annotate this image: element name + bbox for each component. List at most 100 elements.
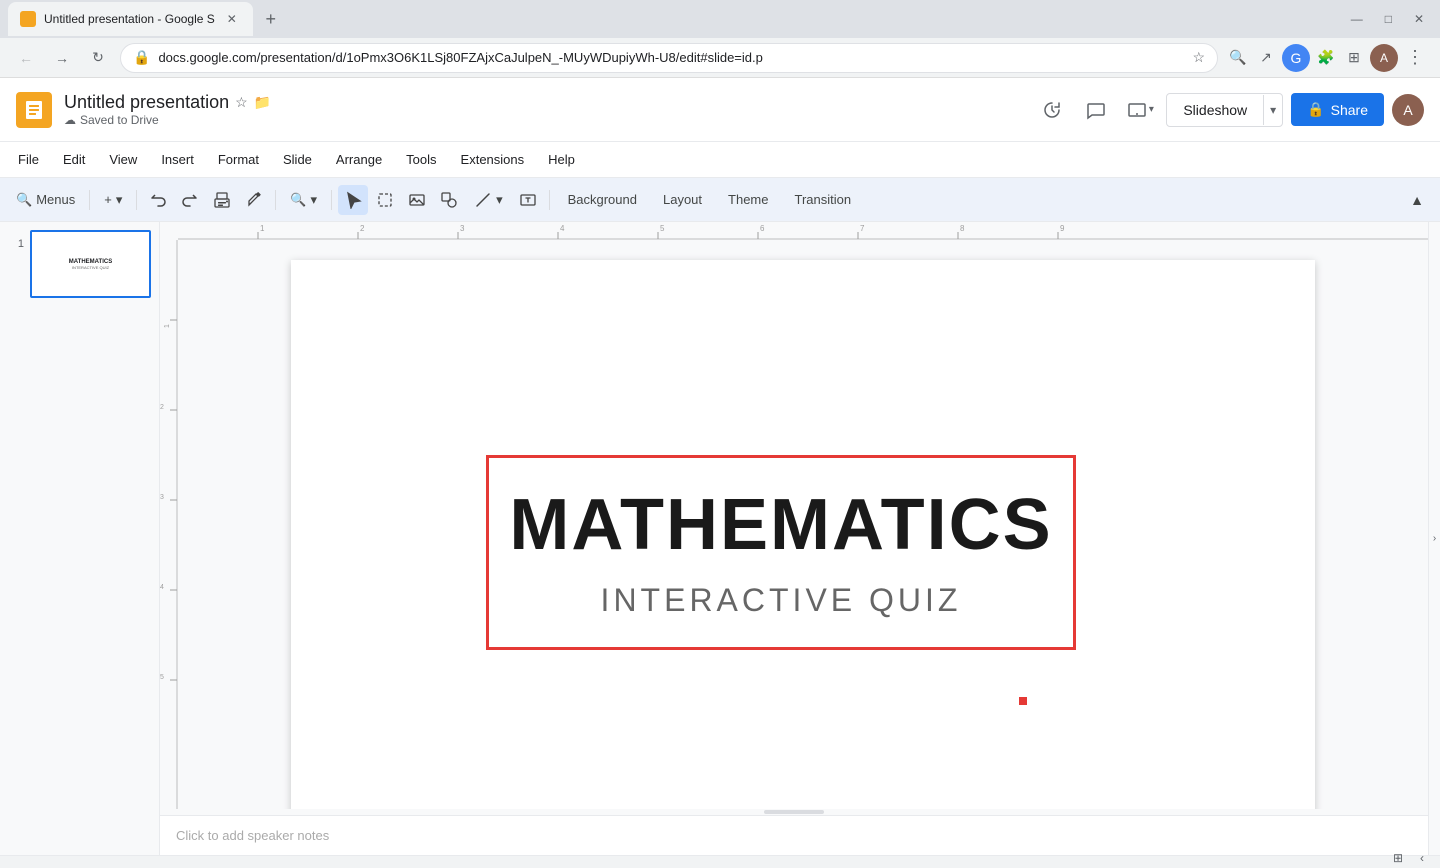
- sidebar-ext-icon[interactable]: ⊞: [1342, 46, 1366, 70]
- tab-bar: Untitled presentation - Google S ✕ +: [8, 0, 1337, 38]
- menu-edit[interactable]: Edit: [53, 148, 95, 171]
- title-text[interactable]: Untitled presentation: [64, 92, 229, 113]
- slide-main-title: MATHEMATICS: [509, 486, 1052, 565]
- cast-button[interactable]: ▾: [1122, 92, 1158, 128]
- bottom-controls: ⊞ ‹: [1388, 848, 1432, 868]
- share-ext-icon[interactable]: ↗: [1254, 46, 1278, 70]
- slideshow-button[interactable]: Slideshow: [1167, 94, 1263, 126]
- separator-1: [89, 190, 90, 210]
- menus-button[interactable]: 🔍 Menus: [8, 188, 83, 212]
- svg-text:3: 3: [160, 494, 164, 501]
- separator-2: [136, 190, 137, 210]
- search-ext-icon[interactable]: 🔍: [1226, 46, 1250, 70]
- slideshow-dropdown[interactable]: ▾: [1263, 95, 1282, 125]
- speaker-notes[interactable]: Click to add speaker notes: [160, 815, 1428, 855]
- slide-text-box[interactable]: MATHEMATICS INTERACTIVE QUIZ: [486, 455, 1076, 650]
- cursor-button[interactable]: [338, 185, 368, 215]
- menu-tools[interactable]: Tools: [396, 148, 446, 171]
- slide-canvas-wrapper[interactable]: MATHEMATICS INTERACTIVE QUIZ: [178, 240, 1428, 809]
- google-account-icon[interactable]: G: [1282, 44, 1310, 72]
- shapes-button[interactable]: [434, 185, 464, 215]
- main-content: 1 MATHEMATICS INTERACTIVE QUIZ: [0, 222, 1440, 855]
- active-tab[interactable]: Untitled presentation - Google S ✕: [8, 2, 253, 36]
- menu-arrange[interactable]: Arrange: [326, 148, 392, 171]
- bookmark-icon[interactable]: ☆: [1192, 49, 1205, 66]
- separator-5: [549, 190, 550, 210]
- menu-file[interactable]: File: [8, 148, 49, 171]
- expand-panel-button[interactable]: ›: [1433, 533, 1436, 544]
- notes-resize-handle[interactable]: [764, 810, 824, 814]
- svg-text:4: 4: [560, 224, 565, 233]
- theme-button[interactable]: Theme: [716, 188, 780, 211]
- tab-title: Untitled presentation - Google S: [44, 12, 215, 26]
- marquee-select-button[interactable]: [370, 185, 400, 215]
- slide-subtitle: INTERACTIVE QUIZ: [601, 582, 962, 619]
- background-button[interactable]: Background: [556, 188, 649, 211]
- menu-help[interactable]: Help: [538, 148, 585, 171]
- slide-canvas[interactable]: MATHEMATICS INTERACTIVE QUIZ: [291, 260, 1315, 809]
- svg-text:2: 2: [360, 224, 365, 233]
- svg-text:3: 3: [460, 224, 465, 233]
- forward-button[interactable]: →: [48, 44, 76, 72]
- presentation-title: Untitled presentation ☆ 📁: [64, 92, 1022, 113]
- svg-text:9: 9: [1060, 224, 1065, 233]
- cloud-save-text: Saved to Drive: [80, 113, 159, 127]
- small-red-square[interactable]: [1019, 697, 1027, 705]
- paint-format-button[interactable]: [239, 185, 269, 215]
- canvas-area: 1 2 3 4 5 6 7: [160, 222, 1428, 855]
- maximize-icon[interactable]: □: [1377, 12, 1400, 26]
- star-icon[interactable]: ☆: [235, 94, 248, 111]
- puzzle-ext-icon[interactable]: 🧩: [1314, 46, 1338, 70]
- menu-insert[interactable]: Insert: [151, 148, 204, 171]
- svg-text:1: 1: [260, 224, 265, 233]
- back-button[interactable]: ←: [12, 44, 40, 72]
- svg-text:8: 8: [960, 224, 965, 233]
- ruler-corner: [160, 222, 178, 240]
- collapse-toolbar-button[interactable]: ▲: [1402, 185, 1432, 215]
- new-tab-button[interactable]: +: [257, 5, 285, 33]
- transition-button[interactable]: Transition: [783, 188, 864, 211]
- print-button[interactable]: [207, 185, 237, 215]
- separator-4: [331, 190, 332, 210]
- history-button[interactable]: [1034, 92, 1070, 128]
- svg-text:7: 7: [860, 224, 865, 233]
- menu-view[interactable]: View: [99, 148, 147, 171]
- zoom-dropdown-icon: ▾: [311, 192, 318, 208]
- image-button[interactable]: [402, 185, 432, 215]
- line-button[interactable]: ▾: [466, 187, 511, 213]
- textbox-button[interactable]: [513, 185, 543, 215]
- menu-bar: File Edit View Insert Format Slide Arran…: [0, 142, 1440, 178]
- window-controls: — □ ✕: [1343, 12, 1432, 26]
- slides-app: Untitled presentation ☆ 📁 ☁ Saved to Dri…: [0, 78, 1440, 859]
- share-lock-icon: 🔒: [1307, 101, 1324, 118]
- profile-avatar[interactable]: A: [1370, 44, 1398, 72]
- address-bar[interactable]: 🔒 docs.google.com/presentation/d/1oPmx3O…: [120, 43, 1218, 73]
- svg-text:6: 6: [760, 224, 765, 233]
- menu-format[interactable]: Format: [208, 148, 269, 171]
- collapse-sidebar-button[interactable]: ‹: [1412, 848, 1432, 868]
- grid-view-button[interactable]: ⊞: [1388, 848, 1408, 868]
- cloud-icon: ☁: [64, 113, 76, 127]
- slide-1-thumbnail[interactable]: MATHEMATICS INTERACTIVE QUIZ: [30, 230, 151, 298]
- menu-extensions[interactable]: Extensions: [451, 148, 535, 171]
- redo-button[interactable]: [175, 185, 205, 215]
- close-icon[interactable]: ✕: [1406, 12, 1432, 26]
- refresh-button[interactable]: ↻: [84, 44, 112, 72]
- header-actions: ▾ Slideshow ▾ 🔒 Share A: [1034, 92, 1424, 128]
- comments-button[interactable]: [1078, 92, 1114, 128]
- undo-button[interactable]: [143, 185, 173, 215]
- add-button[interactable]: + ▾: [96, 188, 130, 212]
- folder-icon[interactable]: 📁: [254, 94, 271, 111]
- horizontal-ruler: 1 2 3 4 5 6 7: [178, 222, 1428, 240]
- menu-slide[interactable]: Slide: [273, 148, 322, 171]
- chrome-menu-icon[interactable]: ⋮: [1402, 47, 1428, 68]
- add-icon: +: [104, 192, 112, 207]
- zoom-button[interactable]: 🔍 ▾: [282, 188, 325, 212]
- slide-1-wrapper: 1 MATHEMATICS INTERACTIVE QUIZ: [8, 230, 151, 298]
- user-avatar[interactable]: A: [1392, 94, 1424, 126]
- tab-close-button[interactable]: ✕: [223, 10, 241, 28]
- layout-button[interactable]: Layout: [651, 188, 714, 211]
- slides-logo: [16, 92, 52, 128]
- share-button[interactable]: 🔒 Share: [1291, 93, 1384, 126]
- minimize-icon[interactable]: —: [1343, 12, 1371, 26]
